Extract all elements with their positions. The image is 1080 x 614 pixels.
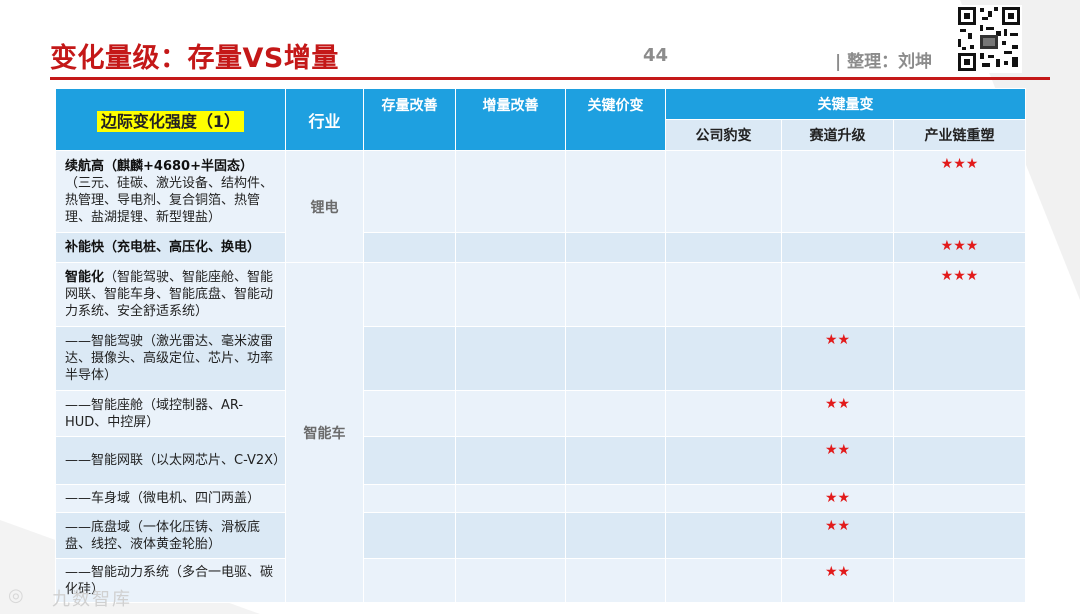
title-rule xyxy=(50,77,1050,80)
table-row: 续航高（麒麟+4680+半固态） （三元、硅碳、激光设备、结构件、热管理、导电剂、… xyxy=(55,150,1026,263)
chain-rating: ★★★ xyxy=(893,150,1026,233)
row-label: ——车身域（微电机、四门两盖） xyxy=(55,484,286,513)
watermark-text: 九数智库 xyxy=(52,589,132,610)
header-strength-label: 边际变化强度（1） xyxy=(96,110,245,132)
track-rating: ★★ xyxy=(781,390,894,437)
table-row: 智能化（智能驾驶、智能座舱、智能网联、智能车身、智能底盘、智能动力系统、安全舒适… xyxy=(55,262,1026,603)
chain-rating: ★★★ xyxy=(893,232,1026,263)
comparison-table: 边际变化强度（1） 行业 存量改善 增量改善 关键价变 关键量变 公司豹变 赛道… xyxy=(55,88,1026,603)
track-rating xyxy=(781,232,894,263)
row-label: ——智能座舱（域控制器、AR-HUD、中控屏） xyxy=(55,390,286,437)
industry-cell-battery: 锂电 xyxy=(285,150,364,263)
track-rating: ★★ xyxy=(781,484,894,513)
table-row: ——智能动力系统（多合一电驱、碳化硅） ★★ xyxy=(55,558,1026,603)
header-cell-incremental: 增量改善 xyxy=(455,88,566,151)
header-cell-key-volume: 关键量变 xyxy=(665,88,1026,120)
author-label: | 整理：刘坤 xyxy=(835,52,933,72)
row-label: ——智能网联（以太网芯片、C-V2X） xyxy=(55,436,286,485)
table-row: 补能快（充电桩、高压化、换电） ★★★ xyxy=(55,232,1026,263)
watermark-logo-icon: ◎ xyxy=(8,585,24,606)
row-label: ——底盘域（一体化压铸、滑板底盘、线控、液体黄金轮胎） xyxy=(55,512,286,559)
header-cell-strength: 边际变化强度（1） xyxy=(55,88,286,151)
header-cell-chain: 产业链重塑 xyxy=(893,119,1026,151)
page-title: 变化量级：存量VS增量 xyxy=(50,43,339,74)
chain-rating xyxy=(893,390,1026,437)
track-rating xyxy=(781,262,894,327)
header-cell-track: 赛道升级 xyxy=(781,119,894,151)
header-cell-stock: 存量改善 xyxy=(363,88,456,151)
table-row: ——智能座舱（域控制器、AR-HUD、中控屏） ★★ xyxy=(55,390,1026,437)
track-rating: ★★ xyxy=(781,436,894,485)
row-label: 智能化（智能驾驶、智能座舱、智能网联、智能车身、智能底盘、智能动力系统、安全舒适… xyxy=(55,262,286,327)
track-rating xyxy=(781,150,894,233)
chain-rating xyxy=(893,326,1026,391)
industry-cell-smart-car: 智能车 xyxy=(285,262,364,603)
track-rating: ★★ xyxy=(781,558,894,603)
track-rating: ★★ xyxy=(781,512,894,559)
chain-rating xyxy=(893,558,1026,603)
chain-rating xyxy=(893,512,1026,559)
slide: 变化量级：存量VS增量 44 | 整理：刘坤 边际变化强度（1） 行业 存量改善… xyxy=(0,0,1080,614)
header-cell-key-price: 关键价变 xyxy=(565,88,666,151)
track-rating: ★★ xyxy=(781,326,894,391)
row-label: 续航高（麒麟+4680+半固态） （三元、硅碳、激光设备、结构件、热管理、导电剂、… xyxy=(55,150,286,233)
header-cell-industry: 行业 xyxy=(285,88,364,151)
table-row: ——底盘域（一体化压铸、滑板底盘、线控、液体黄金轮胎） ★★ xyxy=(55,512,1026,559)
page-number: 44 xyxy=(643,45,669,66)
row-label: 补能快（充电桩、高压化、换电） xyxy=(55,232,286,263)
chain-rating xyxy=(893,484,1026,513)
table-row: ——车身域（微电机、四门两盖） ★★ xyxy=(55,484,1026,513)
row-label: ——智能驾驶（激光雷达、毫米波雷达、摄像头、高级定位、芯片、功率半导体） xyxy=(55,326,286,391)
chain-rating xyxy=(893,436,1026,485)
qr-code-icon xyxy=(956,5,1022,73)
table-row: ——智能驾驶（激光雷达、毫米波雷达、摄像头、高级定位、芯片、功率半导体） ★★ xyxy=(55,326,1026,391)
table-row: ——智能网联（以太网芯片、C-V2X） ★★ xyxy=(55,436,1026,485)
chain-rating: ★★★ xyxy=(893,262,1026,327)
header-cell-company: 公司豹变 xyxy=(665,119,782,151)
